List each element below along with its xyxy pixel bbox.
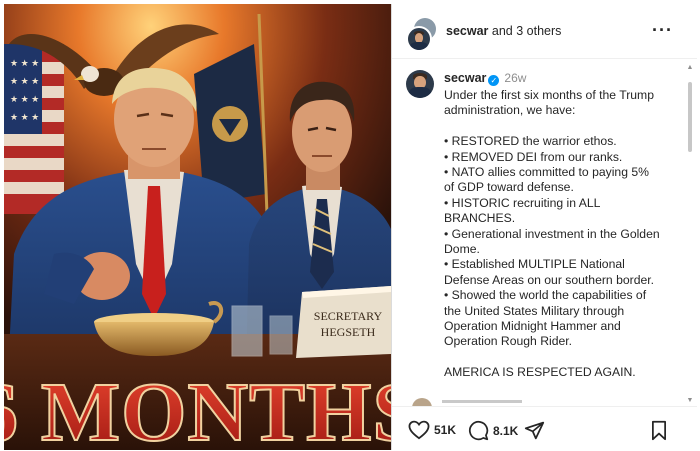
save-button[interactable] <box>650 420 668 441</box>
caption-line: Under the first six months of the Trump <box>444 88 654 102</box>
caption-line: Operation Rough Rider. <box>444 334 573 349</box>
heart-icon <box>408 420 430 440</box>
caption-line: • HISTORIC recruiting in ALL <box>444 195 601 210</box>
like-count[interactable]: 51K <box>434 423 456 437</box>
caption-line: • Generational investment in the Golden <box>444 226 660 241</box>
caption-line: • Showed the world the capabilities of <box>444 288 647 303</box>
caption-line: • RESTORED the warrior ethos. <box>444 134 617 149</box>
comment-count[interactable]: 8.1K <box>493 424 518 438</box>
post-side-panel: secwar and 3 others ··· secwar ✓ 26w Under… <box>391 4 697 451</box>
caption-line <box>444 119 674 134</box>
caption-line: administration, we have: <box>444 103 576 118</box>
share-button[interactable] <box>524 420 545 441</box>
american-flag: ★ ★ ★ ★ ★ ★ ★ ★ ★ ★ ★ ★ <box>4 44 64 214</box>
caption-line: Dome. <box>444 242 480 257</box>
caption-line: • Established MULTIPLE National <box>444 257 625 272</box>
headline-text: 6 MONTHS <box>4 366 391 450</box>
nameplate-line2: HEGSETH <box>321 325 376 339</box>
post-header: secwar and 3 others ··· <box>392 4 697 59</box>
scrollbar[interactable]: ▲ ▼ <box>686 64 694 404</box>
caption-line <box>444 350 674 365</box>
avatar[interactable] <box>406 26 432 52</box>
svg-text:★ ★ ★: ★ ★ ★ <box>10 112 39 122</box>
nameplate-line1: SECRETARY <box>314 309 383 323</box>
action-bar: 51K 8.1K <box>392 406 697 451</box>
like-button[interactable]: 51K <box>408 420 456 440</box>
scroll-up-icon[interactable]: ▲ <box>686 64 694 71</box>
caption-line: the United States Military through <box>444 303 625 318</box>
nameplate: SECRETARY HEGSETH <box>296 286 391 358</box>
caption-line: • REMOVED DEI from our ranks. <box>444 149 623 164</box>
caption-username[interactable]: secwar <box>444 71 486 85</box>
instagram-post: ★ ★ ★ ★ ★ ★ ★ ★ ★ ★ ★ ★ SECRETARY HEGSET… <box>4 4 697 451</box>
water-glass-2 <box>269 315 293 355</box>
post-image[interactable]: ★ ★ ★ ★ ★ ★ ★ ★ ★ ★ ★ ★ SECRETARY HEGSET… <box>4 4 391 450</box>
scrollbar-thumb[interactable] <box>688 82 692 152</box>
verified-badge-icon: ✓ <box>488 75 500 86</box>
bookmark-icon <box>652 420 666 441</box>
caption-line: Defense Areas on our southern border. <box>444 272 655 287</box>
more-horizontal-icon[interactable]: ··· <box>652 20 673 41</box>
share-icon <box>524 421 545 440</box>
scroll-down-icon[interactable]: ▼ <box>686 397 694 404</box>
svg-text:★ ★ ★: ★ ★ ★ <box>10 58 39 68</box>
illustration: ★ ★ ★ ★ ★ ★ ★ ★ ★ ★ ★ ★ SECRETARY HEGSET… <box>4 4 391 450</box>
caption: secwar ✓ 26w Under the first six months of… <box>392 59 684 401</box>
next-comment-peek <box>412 398 532 408</box>
caption-header: secwar ✓ 26w <box>444 71 526 86</box>
header-others[interactable]: and 3 others <box>492 24 562 38</box>
comment-icon <box>468 420 489 441</box>
header-username[interactable]: secwar <box>446 24 488 38</box>
svg-text:★ ★ ★: ★ ★ ★ <box>10 76 39 86</box>
post-age[interactable]: 26w <box>504 71 526 85</box>
caption-line: of GDP toward defense. <box>444 180 574 195</box>
caption-line: BRANCHES. <box>444 211 516 226</box>
caption-line: Operation Midnight Hammer and <box>444 319 621 334</box>
water-glass <box>231 305 263 357</box>
svg-text:★ ★ ★: ★ ★ ★ <box>10 94 39 104</box>
caption-line: • NATO allies committed to paying 5% <box>444 165 649 180</box>
caption-text: Under the first six months of the Trump … <box>444 88 674 381</box>
caption-line: AMERICA IS RESPECTED AGAIN. <box>444 365 636 380</box>
comment-button[interactable]: 8.1K <box>468 420 518 441</box>
header-names: secwar and 3 others <box>446 24 561 38</box>
caption-avatar[interactable] <box>406 70 434 98</box>
